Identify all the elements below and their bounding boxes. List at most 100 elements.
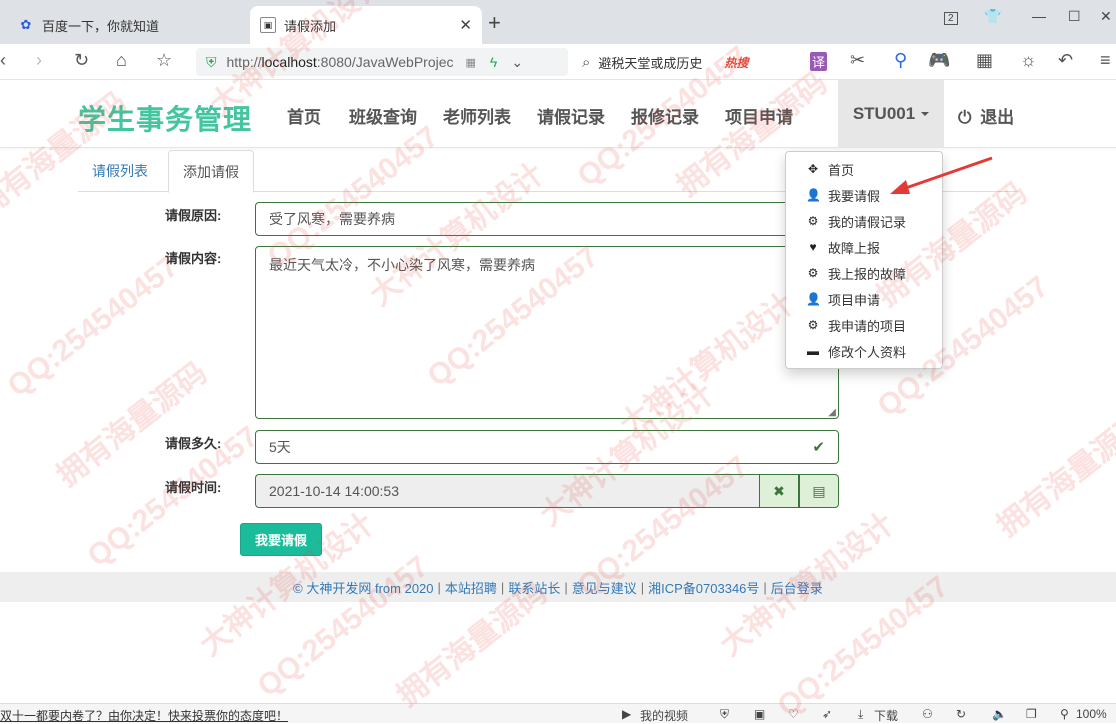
baidu-paw-icon: ✿ <box>20 17 32 32</box>
footer-link-contact[interactable]: 联系站长 <box>508 578 560 597</box>
star-icon[interactable]: ☆ <box>156 50 172 71</box>
minimize-icon[interactable]: — <box>1032 8 1046 24</box>
glasses-icon[interactable]: ⚇ <box>922 707 933 721</box>
footer-link-admin[interactable]: 后台登录 <box>771 578 823 597</box>
nav-project-apply[interactable]: 项目申请 <box>725 103 793 128</box>
datetime-input[interactable]: 2021-10-14 14:00:53 <box>255 474 759 508</box>
nav-home[interactable]: 首页 <box>287 103 321 128</box>
caret-down-icon <box>921 112 930 116</box>
url-rest: :8080/JavaWebProjec <box>316 54 454 70</box>
dropdown-label: 我的请假记录 <box>828 214 907 230</box>
dropdown-item-my-leave-records[interactable]: ⚙ 我的请假记录 <box>786 208 942 234</box>
footer-link-icp[interactable]: 湘ICP备0703346号 <box>648 578 759 597</box>
new-tab-icon[interactable]: + <box>488 10 501 36</box>
watermark-source: 拥有海量源码 <box>51 356 214 494</box>
cog-icon: ⚙ <box>807 214 819 228</box>
watermark-qq: QQ:254540457 <box>1 249 185 404</box>
back-icon[interactable]: ‹ <box>0 50 6 71</box>
browser-tab-baidu[interactable]: ✿ 百度一下，你就知道 <box>8 6 248 44</box>
time-label: 请假时间: <box>165 480 222 495</box>
user-menu-toggle[interactable]: STU001 <box>838 80 944 148</box>
content-textarea[interactable]: 最近天气太冷，不小心染了风寒，需要养病 ◢ <box>255 246 839 419</box>
health-icon[interactable]: ♡ <box>788 707 799 721</box>
dropdown-item-edit-profile[interactable]: ▬ 修改个人资料 <box>786 338 942 364</box>
search-placeholder: 避税天堂或成历史 <box>598 55 703 71</box>
zoom-level[interactable]: 100% <box>1076 707 1107 721</box>
dropdown-item-home[interactable]: ✥ 首页 <box>786 156 942 182</box>
dropdown-item-project-apply[interactable]: 👤 项目申请 <box>786 286 942 312</box>
search-box[interactable]: ⌕ 避税天堂或成历史 热搜 <box>582 48 812 76</box>
tab-count-badge[interactable]: 2 <box>944 12 958 25</box>
maximize-icon[interactable]: ☐ <box>1068 8 1081 25</box>
dropdown-label: 首页 <box>828 162 855 178</box>
nav-repair-records[interactable]: 报修记录 <box>631 103 699 128</box>
nav-leave-records[interactable]: 请假记录 <box>537 103 605 128</box>
submit-leave-button[interactable]: 我要请假 <box>240 523 322 556</box>
hot-search-label[interactable]: 热搜 <box>724 54 748 71</box>
video-icon[interactable]: ▶ <box>622 707 631 721</box>
dropdown-item-my-faults[interactable]: ⚙ 我上报的故障 <box>786 260 942 286</box>
nav-class-query[interactable]: 班级查询 <box>349 103 417 128</box>
zoom-icon[interactable]: ⚲ <box>1060 707 1069 721</box>
refresh-status-icon[interactable]: ↻ <box>956 707 966 721</box>
forward-icon[interactable]: › <box>36 50 42 71</box>
logout-link[interactable]: ⏻ 退出 <box>958 103 1014 128</box>
speaker-icon[interactable]: 🔈 <box>992 707 1007 721</box>
user-dropdown-menu: ✥ 首页 👤 我要请假 ⚙ 我的请假记录 ♥ 故障上报 ⚙ 我上报的故障 👤 项目申请 ⚙ 我… <box>785 151 943 369</box>
site-brand[interactable]: 学生事务管理 <box>78 98 252 138</box>
cog-icon: ⚙ <box>807 266 819 280</box>
tab-title: 请假添加 <box>284 18 337 34</box>
footer-copyright[interactable]: © 大神开发网 from 2020 <box>293 578 433 597</box>
gamepad-icon[interactable]: 🎮 <box>928 50 950 71</box>
reason-label: 请假原因: <box>165 208 222 223</box>
download-link[interactable]: 下载 <box>874 707 898 724</box>
undo-icon[interactable]: ↶ <box>1058 50 1073 71</box>
datetime-picker: 2021-10-14 14:00:53 ✖ ▤ <box>255 474 839 508</box>
reason-field[interactable]: 受了风寒，需要养病 <box>255 202 839 236</box>
home-icon[interactable]: ⌂ <box>116 50 127 71</box>
browser-tab-leave-add[interactable]: ▣ 请假添加 ✕ <box>250 6 482 44</box>
site-navbar: 学生事务管理 首页 班级查询 老师列表 请假记录 报修记录 项目申请 STU00… <box>0 80 1116 148</box>
tab-add-leave[interactable]: 添加请假 <box>168 150 254 193</box>
nav-teacher-list[interactable]: 老师列表 <box>443 103 511 128</box>
chevron-down-icon[interactable]: ⌄ <box>511 54 523 71</box>
scissors-icon[interactable]: ✂ <box>850 50 865 71</box>
menu-icon[interactable]: ≡ <box>1100 50 1111 71</box>
rocket-icon[interactable]: ➶ <box>822 707 832 721</box>
download-icon[interactable]: ⤓ <box>858 707 863 722</box>
resize-handle-icon[interactable]: ◢ <box>828 407 836 418</box>
translate-icon[interactable]: 译 <box>810 52 828 71</box>
calendar-icon[interactable]: ▤ <box>799 474 839 508</box>
footer-separator: | <box>763 579 767 595</box>
apps-grid-icon[interactable]: ▦ <box>976 50 993 71</box>
tab-leave-list[interactable]: 请假列表 <box>78 150 162 192</box>
image-icon[interactable]: ▣ <box>754 707 765 721</box>
reason-value: 受了风寒，需要养病 <box>269 211 395 227</box>
dropdown-item-report-fault[interactable]: ♥ 故障上报 <box>786 234 942 260</box>
brightness-icon[interactable]: ☼ <box>1020 50 1037 71</box>
footer-link-feedback[interactable]: 意见与建议 <box>572 578 637 597</box>
shirt-skin-icon[interactable]: 👕 <box>984 8 1001 25</box>
duration-label: 请假多久: <box>165 436 222 451</box>
magnifier-icon[interactable]: ⚲ <box>894 50 907 71</box>
close-tab-icon[interactable]: ✕ <box>459 16 472 34</box>
address-bar[interactable]: ⛨ http://localhost:8080/JavaWebProjec ▦ … <box>196 48 568 76</box>
status-news-link[interactable]: 双十一都要内卷了？由你决定！快来投票你的态度吧！ <box>0 707 288 724</box>
shield-icon: ⛨ <box>206 53 217 70</box>
site-footer: © 大神开发网 from 2020 | 本站招聘 | 联系站长 | 意见与建议 … <box>0 572 1116 602</box>
clear-date-icon[interactable]: ✖ <box>759 474 799 508</box>
close-window-icon[interactable]: ✕ <box>1100 8 1112 25</box>
dropdown-label: 我要请假 <box>828 188 881 204</box>
dropdown-item-apply-leave[interactable]: 👤 我要请假 <box>786 182 942 208</box>
reload-icon[interactable]: ↻ <box>74 50 89 71</box>
move-icon: ✥ <box>807 162 819 176</box>
shield-status-icon[interactable]: ⛨ <box>720 707 729 722</box>
my-video-link[interactable]: 我的视频 <box>640 707 688 724</box>
dropdown-item-my-projects[interactable]: ⚙ 我申请的项目 <box>786 312 942 338</box>
qr-icon[interactable]: ▦ <box>466 56 476 69</box>
duration-field[interactable]: 5天 ✔ <box>255 430 839 464</box>
lightning-icon[interactable]: ϟ <box>490 54 497 70</box>
copy-icon[interactable]: ❐ <box>1026 707 1037 721</box>
content-value: 最近天气太冷，不小心染了风寒，需要养病 <box>269 257 535 273</box>
footer-link-jobs[interactable]: 本站招聘 <box>445 578 497 597</box>
